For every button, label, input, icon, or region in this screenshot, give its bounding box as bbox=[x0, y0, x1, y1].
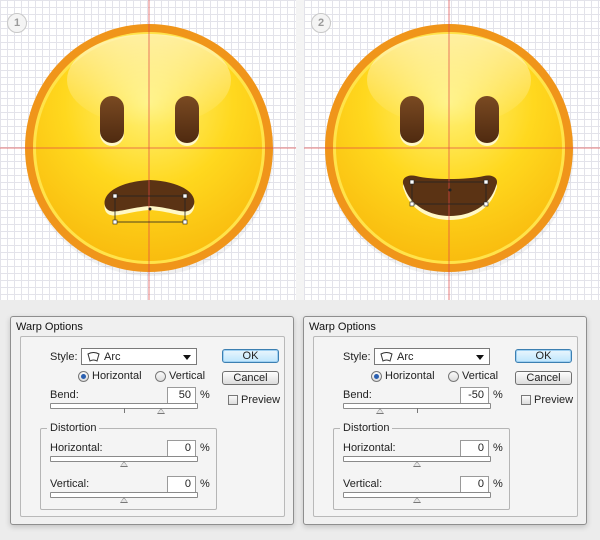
step-number-badge: 1 bbox=[7, 13, 27, 33]
distortion-horizontal-slider-thumb[interactable] bbox=[413, 461, 421, 467]
distortion-vertical-label: Vertical: bbox=[50, 478, 90, 490]
chevron-down-icon bbox=[183, 355, 191, 360]
distortion-horizontal-label: Horizontal: bbox=[50, 442, 103, 454]
preview-label: Preview bbox=[241, 394, 281, 406]
bend-slider-center-tick bbox=[124, 408, 125, 413]
distortion-vertical-unit: % bbox=[200, 478, 210, 490]
horizontal-radio-label: Horizontal bbox=[385, 370, 435, 382]
distortion-horizontal-input[interactable]: 0 bbox=[460, 440, 489, 457]
warp-options-dialog-2: Warp Options Style: Arc Horizontal Verti… bbox=[303, 316, 587, 525]
preview-label: Preview bbox=[534, 394, 574, 406]
distortion-vertical-slider-thumb[interactable] bbox=[413, 497, 421, 503]
style-label: Style: bbox=[343, 351, 371, 363]
bend-unit: % bbox=[493, 389, 503, 401]
vertical-radio-label: Vertical bbox=[462, 370, 499, 382]
bend-input[interactable]: -50 bbox=[460, 387, 489, 404]
vertical-radio[interactable] bbox=[448, 371, 459, 382]
distortion-horizontal-label: Horizontal: bbox=[343, 442, 396, 454]
arc-warp-icon bbox=[380, 352, 393, 362]
bend-slider-center-tick bbox=[417, 408, 418, 413]
vertical-radio[interactable] bbox=[155, 371, 166, 382]
distortion-vertical-slider-thumb[interactable] bbox=[120, 497, 128, 503]
distortion-horizontal-input[interactable]: 0 bbox=[167, 440, 196, 457]
style-select[interactable]: Arc bbox=[81, 348, 197, 365]
distortion-horizontal-unit: % bbox=[200, 442, 210, 454]
panel-divider bbox=[296, 0, 304, 300]
step-number-badge: 2 bbox=[311, 13, 331, 33]
warp-options-dialog-1: Warp Options Style: Arc Horizontal Verti… bbox=[10, 316, 294, 525]
style-select-value: Arc bbox=[104, 351, 121, 363]
preview-checkbox[interactable] bbox=[228, 395, 238, 405]
preview-checkbox[interactable] bbox=[521, 395, 531, 405]
left-eye bbox=[100, 96, 124, 143]
horizontal-radio[interactable] bbox=[78, 371, 89, 382]
bend-slider-thumb[interactable] bbox=[157, 408, 165, 414]
dialog-title: Warp Options bbox=[309, 321, 376, 333]
emoji-sad-illustration bbox=[0, 0, 296, 300]
bend-label: Bend: bbox=[50, 389, 79, 401]
artboard-step-1: 1 bbox=[0, 0, 296, 300]
right-eye bbox=[475, 96, 499, 143]
dialog-body: Style: Arc Horizontal Vertical Bend: -50… bbox=[313, 336, 578, 517]
distortion-vertical-unit: % bbox=[493, 478, 503, 490]
bend-label: Bend: bbox=[343, 389, 372, 401]
distortion-vertical-input[interactable]: 0 bbox=[167, 476, 196, 493]
distortion-vertical-label: Vertical: bbox=[343, 478, 383, 490]
distortion-vertical-input[interactable]: 0 bbox=[460, 476, 489, 493]
dialog-body: Style: Arc Horizontal Vertical Bend: 50 … bbox=[20, 336, 285, 517]
style-label: Style: bbox=[50, 351, 78, 363]
style-select[interactable]: Arc bbox=[374, 348, 490, 365]
arc-warp-icon bbox=[87, 352, 100, 362]
dialog-title: Warp Options bbox=[16, 321, 83, 333]
vertical-radio-label: Vertical bbox=[169, 370, 206, 382]
horizontal-radio-label: Horizontal bbox=[92, 370, 142, 382]
ok-button[interactable]: OK bbox=[222, 349, 279, 363]
artboard-step-2: 2 bbox=[304, 0, 600, 300]
distortion-horizontal-unit: % bbox=[493, 442, 503, 454]
right-eye bbox=[175, 96, 199, 143]
left-eye bbox=[400, 96, 424, 143]
bend-slider-thumb[interactable] bbox=[376, 408, 384, 414]
ok-button[interactable]: OK bbox=[515, 349, 572, 363]
distortion-group-label: Distortion bbox=[340, 422, 393, 434]
distortion-horizontal-slider-thumb[interactable] bbox=[120, 461, 128, 467]
cancel-button[interactable]: Cancel bbox=[515, 371, 572, 385]
emoji-smile-illustration bbox=[304, 0, 600, 300]
distortion-group-label: Distortion bbox=[47, 422, 100, 434]
cancel-button[interactable]: Cancel bbox=[222, 371, 279, 385]
horizontal-radio[interactable] bbox=[371, 371, 382, 382]
chevron-down-icon bbox=[476, 355, 484, 360]
bend-input[interactable]: 50 bbox=[167, 387, 196, 404]
bend-unit: % bbox=[200, 389, 210, 401]
style-select-value: Arc bbox=[397, 351, 414, 363]
